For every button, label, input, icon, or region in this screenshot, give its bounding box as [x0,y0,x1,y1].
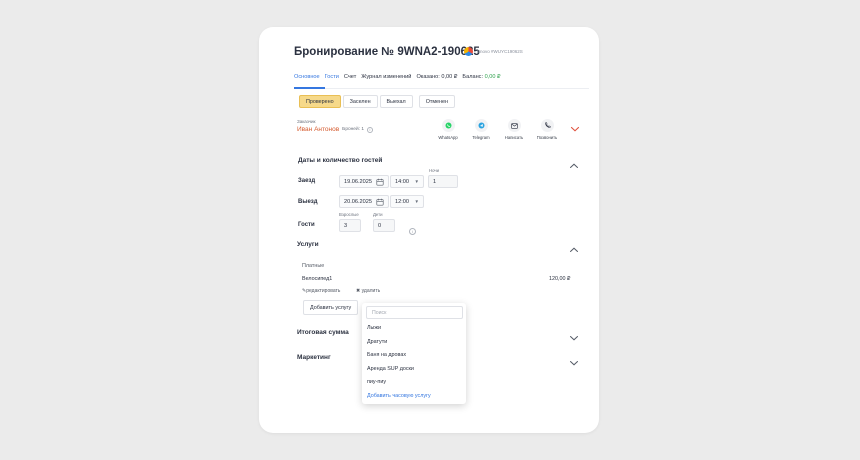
nights-value: 1 [433,178,437,185]
telegram-label: Telegram [472,135,490,140]
services-collapse-button[interactable] [569,241,579,259]
info-icon: i [409,228,416,235]
checkout-time-select[interactable]: 12:00 ▼ [390,195,424,208]
checkin-time-value: 14:00 [395,178,409,185]
guests-info-button[interactable]: i [409,220,416,238]
balance-value: 0,00 ₽ [484,74,501,80]
write-message-button[interactable]: Написать [499,119,529,140]
checkout-time-value: 12:00 [395,198,409,205]
page-title: Бронирование № 9WNA2-190625 [294,46,480,58]
status-checked-in-button[interactable]: Заселен [342,95,378,108]
delete-service-label: удалить [361,288,381,294]
add-service-button[interactable]: Добавить услугу [303,300,359,315]
dropdown-item[interactable]: пиу-пиу [367,379,386,385]
dropdown-item[interactable]: Дратути [367,339,387,345]
total-expand-button[interactable] [569,329,579,347]
children-label: Дети [373,212,383,217]
service-price: 120,00 ₽ [549,276,571,282]
close-icon: ✖ [356,288,361,294]
whatsapp-icon [441,119,455,132]
delete-service-link[interactable]: ✖ удалить [356,288,380,294]
tab-changelog[interactable]: Журнал изменений [361,74,411,80]
add-hourly-service-link[interactable]: Добавить часовую услугу [367,393,431,399]
dates-collapse-button[interactable] [569,157,579,175]
whatsapp-button[interactable]: WhatsApp [433,119,463,140]
bnovo-logo-icon [464,47,473,56]
status-checked-out-button[interactable]: Выехал [379,95,413,108]
tabs-divider [294,88,589,89]
tab-guests[interactable]: Гости [325,74,339,80]
marketing-expand-button[interactable] [569,354,579,372]
booking-source-text: Bnovo #WUYC19062S [477,49,523,54]
dropdown-item[interactable]: Баня на дровах [367,352,406,358]
client: Иван Антонов Броней: 1 i [297,126,373,133]
caret-down-icon: ▼ [414,179,419,184]
chevron-up-icon [570,247,578,252]
booking-source: Bnovo #WUYC19062S [464,47,523,56]
tab-invoice[interactable]: Счет [344,74,356,80]
checkout-label: Выезд [298,199,318,205]
client-label: Заказчик [297,119,316,124]
telegram-button[interactable]: Telegram [466,119,496,140]
checkin-label: Заезд [298,178,316,184]
children-input[interactable]: 0 [373,219,395,232]
paid-amount: Оказано: 0,00 ₽ [416,74,458,80]
chevron-down-icon [570,336,578,341]
telegram-icon [474,119,488,132]
adults-value: 3 [344,222,348,229]
marketing-section-title: Маркетинг [297,354,331,361]
status-checked-button[interactable]: Проверено [299,95,341,108]
chevron-up-icon [570,163,578,168]
children-value: 0 [378,222,382,229]
checkout-date-value: 20.06.2025 [344,198,372,205]
checkin-date-field[interactable]: 19.06.2025 [339,175,389,188]
edit-service-label: редактировать [306,288,341,294]
whatsapp-label: WhatsApp [438,135,458,140]
client-collapse-button[interactable] [570,120,580,138]
calendar-icon[interactable] [376,178,384,186]
checkin-time-select[interactable]: 14:00 ▼ [390,175,424,188]
booking-card: Бронирование № 9WNA2-190625 Bnovo #WUYC1… [259,27,599,433]
client-bookings-count: Броней: 1 [342,127,364,132]
nights-label: Ночи [429,168,440,173]
call-label: Позвонить [536,135,558,140]
edit-service-link[interactable]: ✎редактировать [302,288,340,294]
chevron-down-icon [570,361,578,366]
service-name: Велосипед1 [302,276,333,282]
adults-input[interactable]: 3 [339,219,361,232]
dates-section-title: Даты и количество гостей [298,157,383,164]
adults-label: Взрослые [339,212,359,217]
write-message-label: Написать [504,135,524,140]
active-tab-indicator [294,87,325,89]
services-section-title: Услуги [297,241,319,248]
client-name[interactable]: Иван Антонов [297,126,339,133]
service-dropdown: Лыжи Дратути Баня на дровах Аренда SUP д… [362,303,466,404]
info-icon[interactable]: i [367,126,373,133]
guests-label: Гости [298,222,315,228]
calendar-icon[interactable] [376,198,384,206]
checkout-date-field[interactable]: 20.06.2025 [339,195,389,208]
service-search-input[interactable] [366,306,463,319]
total-section-title: Итоговая сумма [297,329,349,336]
status-cancelled-button[interactable]: Отменен [418,95,456,108]
tab-bar: Основное Гости Счет Журнал изменений Ока… [294,74,501,80]
tab-main[interactable]: Основное [294,74,320,80]
call-button[interactable]: Позвонить [532,119,562,140]
nights-input[interactable]: 1 [428,175,458,188]
dropdown-item[interactable]: Лыжи [367,325,381,331]
balance: Баланс: 0,00 ₽ [462,74,500,80]
checkin-date-value: 19.06.2025 [344,178,372,185]
status-buttons: Проверено Заселен Выехал Отменен [299,95,456,108]
caret-down-icon: ▼ [414,199,419,204]
mail-icon [507,119,521,132]
contact-actions: WhatsApp Telegram Написать Позвонить [433,119,562,140]
balance-label: Баланс: [462,74,484,80]
phone-icon [540,119,554,132]
chevron-down-icon [570,126,580,132]
paid-services-label: Платные [302,263,325,269]
dropdown-item[interactable]: Аренда SUP доски [367,366,414,372]
